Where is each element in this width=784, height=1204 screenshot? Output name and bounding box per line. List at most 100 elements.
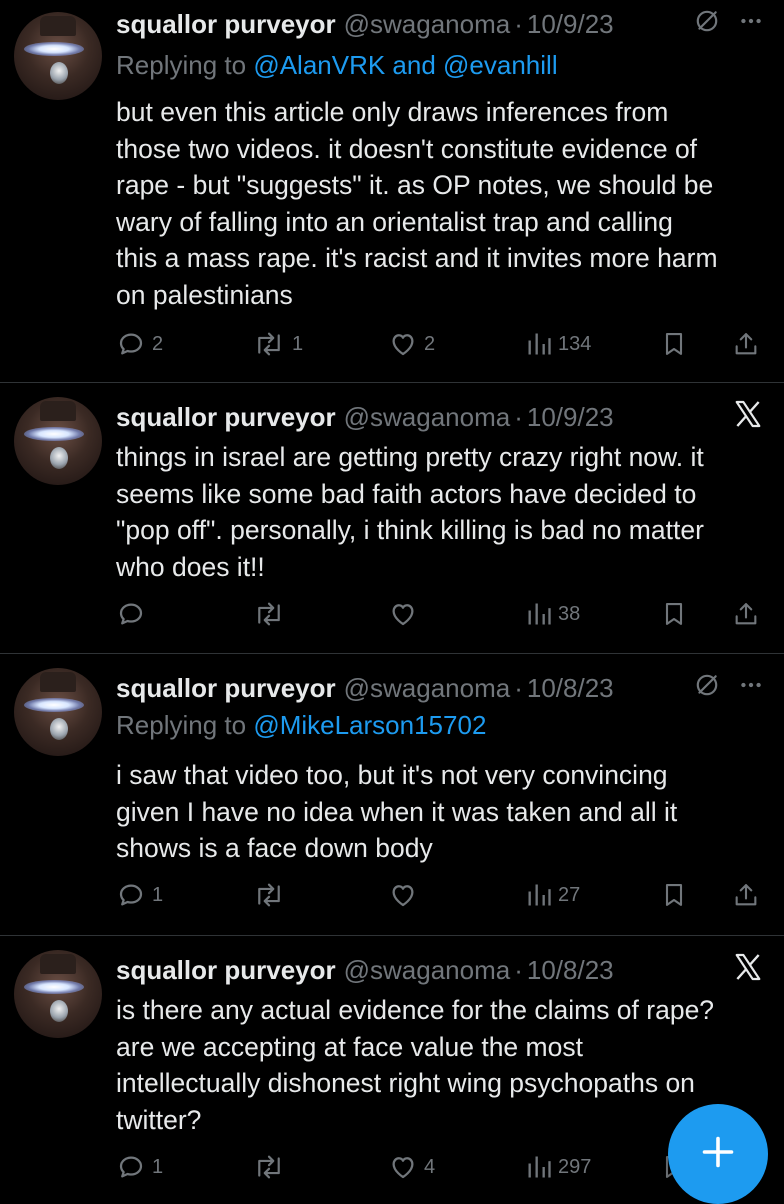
views-button[interactable]: 297 bbox=[526, 1150, 591, 1184]
display-name[interactable]: squallor purveyor bbox=[116, 955, 336, 986]
retweet-icon bbox=[252, 880, 286, 910]
avatar[interactable] bbox=[14, 668, 102, 756]
user-handle[interactable]: @swaganoma bbox=[344, 402, 511, 433]
views-chart-icon bbox=[526, 1153, 552, 1181]
reply-button[interactable]: 1 bbox=[116, 1150, 163, 1184]
tweet-actions: 38 bbox=[116, 597, 766, 631]
avatar[interactable] bbox=[14, 12, 102, 100]
user-handle[interactable]: @swaganoma bbox=[344, 673, 511, 704]
heart-icon bbox=[388, 880, 418, 910]
avatar-face-shape bbox=[50, 1000, 68, 1022]
retweet-button[interactable] bbox=[252, 597, 292, 631]
tweet-text: i saw that video too, but it's not very … bbox=[116, 760, 678, 863]
separator-dot: · bbox=[514, 672, 523, 703]
header-icons bbox=[694, 4, 764, 44]
replying-to: Replying to @MikeLarson15702 bbox=[116, 710, 486, 741]
views-count: 297 bbox=[558, 1155, 592, 1178]
display-name[interactable]: squallor purveyor bbox=[116, 402, 336, 433]
retweet-icon bbox=[252, 1152, 286, 1182]
views-count: 38 bbox=[558, 602, 581, 625]
heart-icon bbox=[388, 329, 418, 359]
tweet[interactable]: squallor purveyor @swaganoma · 10/9/23 R… bbox=[0, 0, 784, 383]
tweet-header: squallor purveyor @swaganoma · 10/9/23 bbox=[116, 4, 764, 44]
slash-circle-icon[interactable] bbox=[694, 672, 720, 705]
tweet[interactable]: squallor purveyor @swaganoma · 10/9/23 t… bbox=[0, 383, 784, 654]
views-button[interactable]: 134 bbox=[526, 327, 591, 361]
avatar-hat-shape bbox=[40, 16, 76, 36]
bookmark-icon bbox=[660, 599, 688, 629]
share-icon bbox=[732, 880, 760, 910]
like-button[interactable] bbox=[388, 878, 424, 912]
tweet[interactable]: squallor purveyor @swaganoma · 10/8/23 i… bbox=[0, 936, 784, 1200]
display-name[interactable]: squallor purveyor bbox=[116, 9, 336, 40]
retweet-icon bbox=[252, 599, 286, 629]
reply-button[interactable] bbox=[116, 597, 152, 631]
tweet-actions: 2 1 2 134 bbox=[116, 327, 766, 361]
display-name[interactable]: squallor purveyor bbox=[116, 673, 336, 704]
views-chart-icon bbox=[526, 600, 552, 628]
tweet-date[interactable]: 10/9/23 bbox=[527, 9, 614, 40]
compose-button[interactable] bbox=[668, 1104, 768, 1204]
share-button[interactable] bbox=[732, 878, 760, 912]
like-button[interactable]: 2 bbox=[388, 327, 435, 361]
retweet-count: 1 bbox=[292, 332, 304, 355]
avatar-glow-shape bbox=[24, 698, 84, 712]
avatar-face-shape bbox=[50, 62, 68, 84]
replying-to-label: Replying to bbox=[116, 710, 254, 740]
bookmark-button[interactable] bbox=[660, 878, 688, 912]
reply-count: 1 bbox=[152, 1155, 164, 1178]
reply-icon bbox=[116, 599, 146, 629]
more-options-icon[interactable] bbox=[738, 8, 764, 41]
bookmark-button[interactable] bbox=[660, 597, 688, 631]
retweet-button[interactable]: 1 bbox=[252, 327, 303, 361]
avatar-glow-shape bbox=[24, 980, 84, 994]
reply-button[interactable]: 1 bbox=[116, 878, 163, 912]
bookmark-button[interactable] bbox=[660, 327, 688, 361]
retweet-button[interactable] bbox=[252, 878, 292, 912]
avatar[interactable] bbox=[14, 397, 102, 485]
tweet-text: things in israel are getting pretty craz… bbox=[116, 442, 704, 582]
timeline: squallor purveyor @swaganoma · 10/9/23 R… bbox=[0, 0, 784, 1200]
reply-target-link[interactable]: @AlanVRK and @evanhill bbox=[253, 50, 557, 80]
reply-count: 1 bbox=[152, 883, 164, 906]
slash-circle-icon[interactable] bbox=[694, 8, 720, 41]
tweet-date[interactable]: 10/9/23 bbox=[527, 402, 614, 433]
tweet-date[interactable]: 10/8/23 bbox=[527, 673, 614, 704]
separator-dot: · bbox=[514, 8, 523, 39]
retweet-icon bbox=[252, 329, 286, 359]
share-button[interactable] bbox=[732, 327, 760, 361]
reply-button[interactable]: 2 bbox=[116, 327, 163, 361]
views-count: 134 bbox=[558, 332, 592, 355]
retweet-button[interactable] bbox=[252, 1150, 292, 1184]
user-handle[interactable]: @swaganoma bbox=[344, 9, 511, 40]
views-button[interactable]: 38 bbox=[526, 597, 580, 631]
tweet-date[interactable]: 10/8/23 bbox=[527, 955, 614, 986]
tweet-header: squallor purveyor @swaganoma · 10/9/23 bbox=[116, 397, 764, 437]
heart-icon bbox=[388, 599, 418, 629]
separator-dot: · bbox=[514, 401, 523, 432]
like-button[interactable] bbox=[388, 597, 424, 631]
user-handle[interactable]: @swaganoma bbox=[344, 955, 511, 986]
plus-icon bbox=[700, 1134, 736, 1175]
x-logo-icon[interactable] bbox=[732, 951, 764, 990]
heart-icon bbox=[388, 1152, 418, 1182]
avatar-glow-shape bbox=[24, 427, 84, 441]
share-icon bbox=[732, 329, 760, 359]
avatar-glow-shape bbox=[24, 42, 84, 56]
header-icons bbox=[694, 668, 764, 708]
avatar[interactable] bbox=[14, 950, 102, 1038]
share-button[interactable] bbox=[732, 597, 760, 631]
reply-target-link[interactable]: @MikeLarson15702 bbox=[253, 710, 486, 740]
like-count: 2 bbox=[424, 332, 436, 355]
x-logo-icon[interactable] bbox=[732, 398, 764, 437]
views-chart-icon bbox=[526, 330, 552, 358]
views-count: 27 bbox=[558, 883, 581, 906]
tweet[interactable]: squallor purveyor @swaganoma · 10/8/23 R… bbox=[0, 654, 784, 936]
header-icons bbox=[732, 950, 764, 990]
views-button[interactable]: 27 bbox=[526, 878, 580, 912]
more-options-icon[interactable] bbox=[738, 672, 764, 705]
reply-icon bbox=[116, 329, 146, 359]
like-button[interactable]: 4 bbox=[388, 1150, 435, 1184]
avatar-face-shape bbox=[50, 718, 68, 740]
tweet-header: squallor purveyor @swaganoma · 10/8/23 bbox=[116, 950, 764, 990]
